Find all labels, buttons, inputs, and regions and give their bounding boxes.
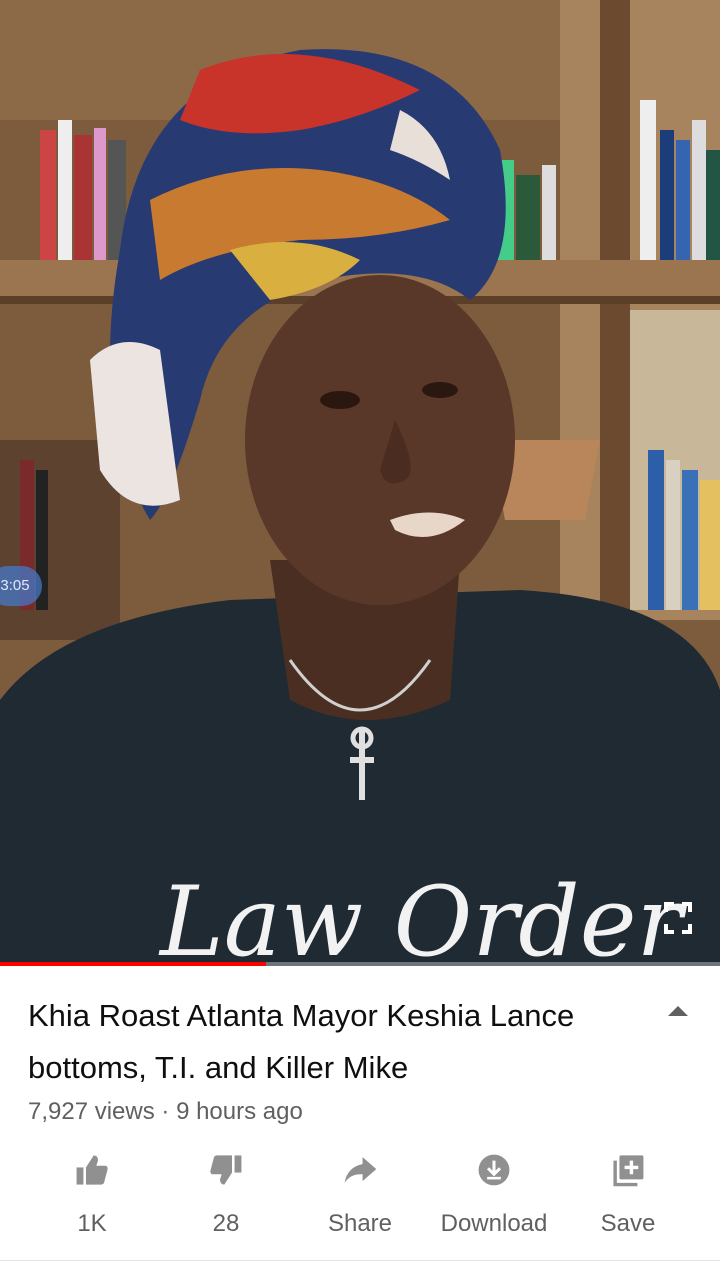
video-title[interactable]: Khia Roast Atlanta Mayor Keshia Lance bo… [28, 990, 628, 1094]
save-button[interactable]: Save [588, 1152, 668, 1238]
fullscreen-icon[interactable] [662, 900, 694, 936]
timestamp-badge: 3:05 [0, 566, 42, 606]
video-player[interactable]: Law Order 3:05 [0, 0, 720, 966]
thumbs-down-icon [210, 1155, 242, 1185]
like-button[interactable]: 1K [52, 1152, 132, 1238]
video-frame: Law Order [0, 0, 720, 966]
save-playlist-icon [613, 1155, 644, 1187]
dislike-count: 28 [212, 1210, 240, 1237]
like-count: 1K [77, 1210, 107, 1237]
share-icon [344, 1157, 377, 1183]
share-button[interactable]: Share [316, 1152, 404, 1238]
dislike-button[interactable]: 28 [186, 1152, 266, 1238]
video-info-panel: Khia Roast Atlanta Mayor Keshia Lance bo… [0, 966, 720, 1280]
action-bar: 1K 28 Share Download Save [0, 1152, 720, 1242]
collapse-chevron-icon[interactable] [664, 1000, 692, 1020]
save-label: Save [600, 1210, 656, 1237]
divider [0, 1260, 720, 1261]
download-button[interactable]: Download [430, 1152, 558, 1238]
thumbs-up-icon [76, 1155, 108, 1185]
video-meta: 7,927 views · 9 hours ago [28, 1098, 303, 1125]
share-label: Share [327, 1210, 393, 1237]
download-icon [478, 1154, 510, 1186]
download-label: Download [440, 1210, 548, 1237]
shirt-print-text: Law Order [158, 866, 688, 966]
